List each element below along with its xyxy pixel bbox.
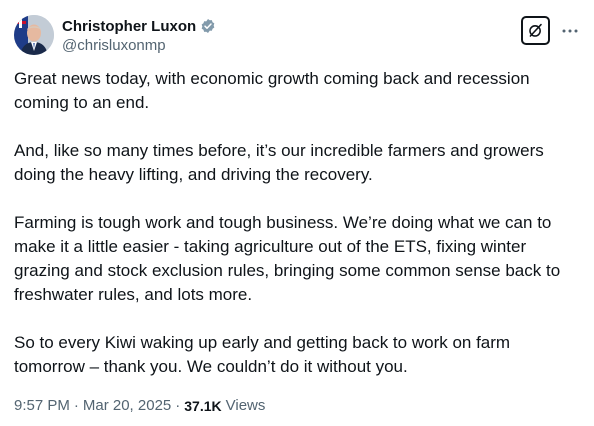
tweet: Christopher Luxon @chrisluxonmp Great ne… [0,0,594,426]
views-label[interactable]: Views [226,397,266,414]
grok-icon [529,23,542,37]
tweet-paragraph: Farming is tough work and tough business… [14,213,561,304]
views-count[interactable]: 37.1K [184,398,221,414]
meta-separator: · [73,397,79,414]
tweet-meta: 9:57 PM · Mar 20, 2025 · 37.1K Views [14,397,265,414]
avatar[interactable] [14,15,54,55]
more-horizontal-icon [562,29,578,33]
avatar-image [14,15,54,55]
author-handle[interactable]: @chrisluxonmp [62,37,166,54]
tweet-time[interactable]: 9:57 PM [14,397,70,414]
verified-badge-icon[interactable] [200,18,216,34]
grok-button[interactable] [521,16,550,45]
tweet-date[interactable]: Mar 20, 2025 [83,397,171,414]
tweet-paragraph: Great news today, with economic growth c… [14,69,530,112]
tweet-paragraph: And, like so many times before, it’s our… [14,141,544,184]
more-options-button[interactable] [560,21,580,41]
author-display-name[interactable]: Christopher Luxon [62,18,196,35]
tweet-paragraph: So to every Kiwi waking up early and get… [14,333,511,376]
tweet-text: Great news today, with economic growth c… [14,67,580,379]
author-name-row[interactable]: Christopher Luxon [62,16,216,36]
meta-separator: · [175,397,181,414]
